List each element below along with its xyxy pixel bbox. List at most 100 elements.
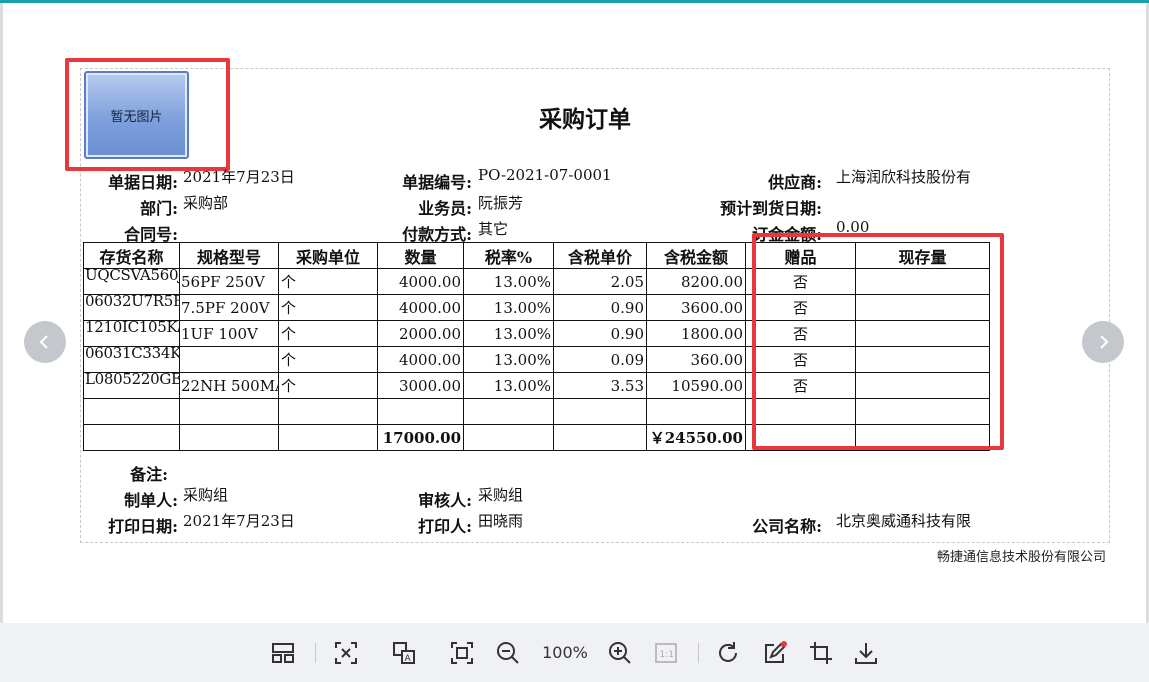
actual-size-icon: 1:1: [655, 643, 677, 663]
header-cell: 规格型号: [179, 242, 279, 269]
docno-label: 单据编号:: [402, 173, 472, 192]
empty-cell: [83, 424, 180, 451]
price-cell: 0.09: [553, 346, 647, 373]
unit-cell: 个: [278, 320, 378, 347]
header-cell: 采购单位: [278, 242, 378, 269]
svg-text:1:1: 1:1: [660, 650, 674, 660]
auditor-value: 采购组: [478, 486, 524, 504]
auditor-label: 审核人:: [418, 491, 472, 510]
price-cell: 3.53: [553, 372, 647, 399]
crop-button[interactable]: [807, 639, 835, 667]
empty-cell: [278, 424, 378, 451]
empty-cell: [553, 398, 647, 425]
chevron-right-icon: [1100, 335, 1109, 349]
empty-cell: [179, 424, 279, 451]
remark-label: 备注:: [130, 465, 168, 484]
arrival-label: 预计到货日期:: [720, 199, 822, 218]
header-cell: 存货名称: [83, 242, 180, 269]
window-top-border: [0, 0, 1149, 3]
total-amount-cell: ￥24550.00: [646, 424, 746, 451]
empty-cell: [463, 398, 554, 425]
printdate-value: 2021年7月23日: [183, 512, 295, 530]
empty-cell: [646, 398, 746, 425]
printdate-label: 打印日期:: [108, 517, 178, 536]
empty-cell: [377, 398, 464, 425]
salesman-label: 业务员:: [418, 199, 472, 218]
payment-value: 其它: [478, 220, 509, 238]
amount-cell: 8200.00: [646, 268, 746, 295]
zoom-out-icon: [497, 642, 519, 664]
tax-cell: 13.00%: [463, 294, 554, 321]
spec-cell: [179, 346, 279, 373]
price-cell: 0.90: [553, 294, 647, 321]
amount-cell: 3600.00: [646, 294, 746, 321]
tax-cell: 13.00%: [463, 372, 554, 399]
header-cell: 税率%: [463, 242, 554, 269]
zoom-in-button[interactable]: [606, 639, 634, 667]
highlight-box-image: [65, 58, 230, 171]
next-page-button[interactable]: [1082, 321, 1124, 363]
item-name-cell: 06032U7R5BAT2A: [83, 294, 180, 321]
item-name-cell: 06031C334KAT2A: [83, 346, 180, 373]
translate-button[interactable]: A: [390, 639, 418, 667]
empty-cell: [179, 398, 279, 425]
crop-icon: [810, 642, 832, 664]
empty-cell: [278, 398, 378, 425]
viewer-toolbar: A 100% 1:1: [0, 623, 1149, 682]
qty-cell: 2000.00: [377, 320, 464, 347]
tax-cell: 13.00%: [463, 346, 554, 373]
qty-cell: 4000.00: [377, 294, 464, 321]
total-qty-cell: 17000.00: [377, 424, 464, 451]
spec-cell: 56PF 250V: [179, 268, 279, 295]
edit-button[interactable]: [761, 639, 789, 667]
empty-cell: [83, 398, 180, 425]
highlight-box-gift-stock: [752, 233, 1004, 450]
spec-cell: 7.5PF 200V: [179, 294, 279, 321]
company-label: 公司名称:: [752, 517, 822, 536]
amount-cell: 10590.00: [646, 372, 746, 399]
zoom-level: 100%: [542, 643, 588, 662]
empty-cell: [553, 424, 647, 451]
dept-label: 部门:: [140, 199, 178, 218]
chevron-left-icon: [39, 335, 48, 349]
unit-cell: 个: [278, 294, 378, 321]
maker-label: 制单人:: [124, 491, 178, 510]
qty-cell: 3000.00: [377, 372, 464, 399]
price-cell: 0.90: [553, 320, 647, 347]
toolbar-divider: [698, 643, 699, 663]
translate-icon: A: [393, 642, 415, 664]
zoom-out-button[interactable]: [494, 639, 522, 667]
fit-page-button[interactable]: [448, 639, 476, 667]
header-cell: 数量: [377, 242, 464, 269]
rotate-button[interactable]: [714, 639, 742, 667]
window-left-border: [0, 3, 3, 623]
edit-icon: [765, 641, 787, 663]
unit-cell: 个: [278, 268, 378, 295]
date-label: 单据日期:: [108, 173, 178, 192]
issuer-company: 畅捷通信息技术股份有限公司: [936, 550, 1106, 565]
spec-cell: 1UF 100V: [179, 320, 279, 347]
qty-cell: 4000.00: [377, 346, 464, 373]
actual-size-button[interactable]: 1:1: [652, 639, 680, 667]
item-name-cell: L0805220GEWTR: [83, 372, 180, 399]
header-cell: 含税单价: [553, 242, 647, 269]
download-button[interactable]: [852, 639, 880, 667]
header-cell: 含税金额: [646, 242, 746, 269]
previous-page-button[interactable]: [24, 321, 66, 363]
tax-cell: 13.00%: [463, 268, 554, 295]
qty-cell: 4000.00: [377, 268, 464, 295]
supplier-value: 上海润欣科技股份有: [836, 168, 972, 186]
fit-width-icon: [335, 642, 357, 664]
maker-value: 采购组: [183, 486, 229, 504]
item-name-cell: 1210IC105KAZ2A: [83, 320, 180, 347]
printer-label: 打印人:: [418, 517, 472, 536]
rotate-icon: [719, 642, 737, 662]
printer-value: 田晓雨: [478, 512, 524, 530]
docno-value: PO-2021-07-0001: [478, 166, 612, 184]
layout-button[interactable]: [269, 639, 297, 667]
empty-cell: [463, 424, 554, 451]
amount-cell: 360.00: [646, 346, 746, 373]
fit-width-button[interactable]: [332, 639, 360, 667]
date-value: 2021年7月23日: [183, 168, 295, 186]
download-icon: [855, 643, 877, 664]
